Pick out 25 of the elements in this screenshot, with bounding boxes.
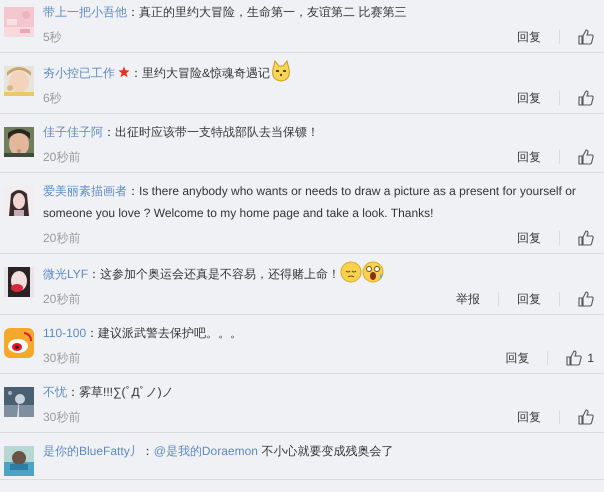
comment-text: 爱美丽素描画者：Is there anybody who wants or needs to draw a picture as a present for yourself or someone you love ? Welcome to my home page and take a look. Thanks!	[43, 184, 576, 220]
reply-link[interactable]: 回复	[517, 230, 541, 246]
timestamp: 20秒前	[43, 290, 82, 308]
timestamp: 20秒前	[43, 230, 82, 246]
comment-text: 微光LYF：这参加个奥运会还真是不容易，还得赌上命！	[43, 267, 340, 281]
timestamp: 5秒	[43, 28, 63, 46]
reply-link[interactable]: 回复	[505, 350, 530, 366]
reply-link[interactable]: 回复	[517, 90, 541, 106]
reply-link[interactable]: 回复	[517, 148, 541, 166]
like-count: 1	[587, 351, 594, 365]
comment-text: 110-100：建议派武警去保护吧。。。	[43, 326, 242, 340]
like-button[interactable]: 1	[566, 350, 594, 366]
timestamp: 6秒	[43, 90, 63, 106]
reply-link[interactable]: 回复	[517, 28, 541, 46]
comment-text: 夯小控已工作 ：里约大冒险&惊魂奇遇记	[43, 66, 270, 80]
comment-text: 是你的BlueFatty丿：@是我的Doraemon 不小心就要变成残奥会了	[43, 444, 394, 458]
timestamp: 30秒前	[43, 408, 82, 426]
reply-link[interactable]: 回复	[517, 408, 541, 426]
comment-text: 佳子佳子阿：出征时应该带一支特战部队去当保镖！	[43, 125, 319, 139]
report-link[interactable]: 举报	[456, 290, 480, 308]
timestamp: 20秒前	[43, 148, 82, 166]
reply-link[interactable]: 回复	[517, 290, 541, 308]
timestamp: 30秒前	[43, 350, 82, 366]
comment-text: 不忧：雾草!!!∑(ﾟДﾟノ)ノ	[43, 385, 174, 399]
comment-text: 带上一把小吾他：真正的里约大冒险，生命第一，友谊第二 比赛第三	[43, 5, 406, 19]
